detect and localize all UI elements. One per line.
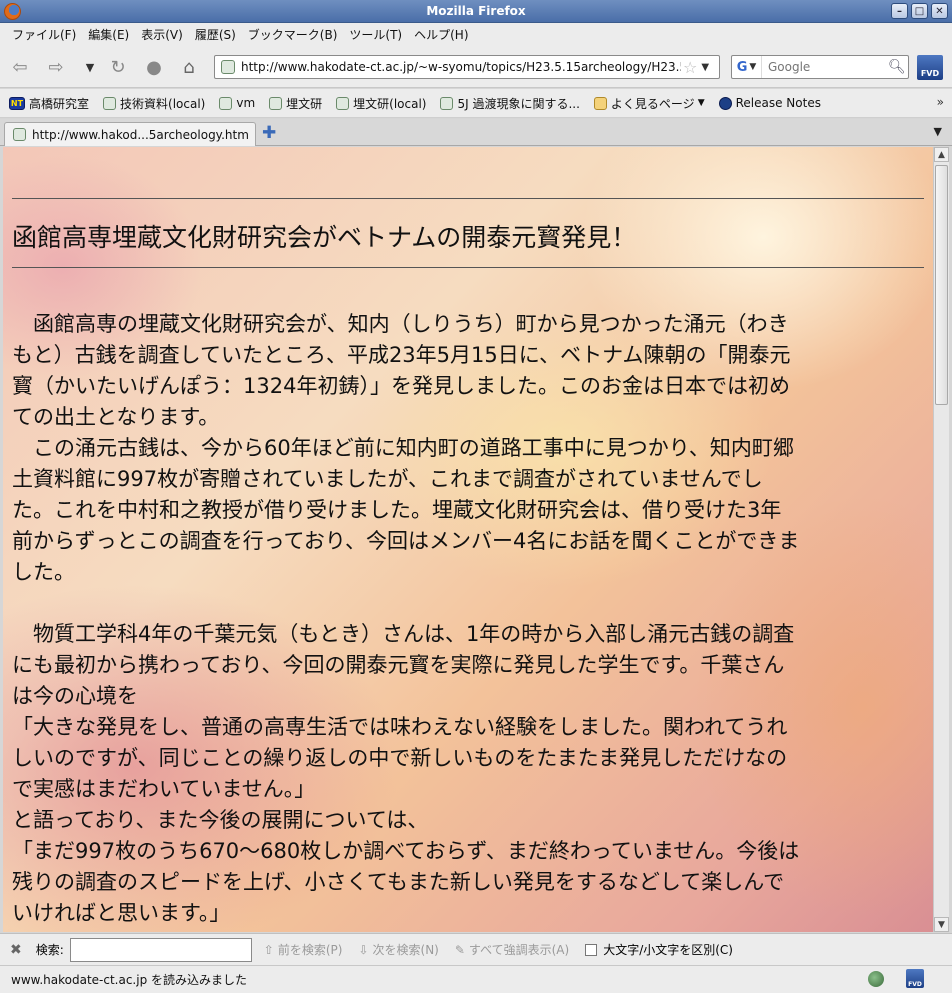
bookmarks-overflow-button[interactable]: » bbox=[937, 95, 944, 109]
scroll-down-icon[interactable]: ▼ bbox=[934, 917, 949, 932]
bookmark-item[interactable]: 技術資料(local) bbox=[103, 95, 205, 112]
bookmarks-toolbar: NT 高橋研究室 技術資料(local) vm 埋文研 埋文研(local) 5… bbox=[0, 89, 952, 118]
folder-icon bbox=[593, 96, 607, 110]
highlight-all-label: すべて強調表示(A) bbox=[468, 943, 570, 957]
find-label: 検索: bbox=[35, 943, 64, 957]
menu-view[interactable]: 表示(V) bbox=[135, 26, 189, 43]
highlight-all-button[interactable]: ✎ すべて強調表示(A) bbox=[455, 941, 569, 958]
divider bbox=[12, 198, 924, 199]
page-icon bbox=[103, 96, 117, 110]
bookmark-folder[interactable]: よく見るページ ▼ bbox=[593, 95, 705, 112]
match-case-label: 大文字/小文字を区別(C) bbox=[603, 943, 733, 957]
page-icon bbox=[269, 96, 283, 110]
search-icon[interactable]: 🔍︎ bbox=[888, 59, 906, 75]
bookmark-item[interactable]: NT 高橋研究室 bbox=[9, 95, 89, 112]
tab-label: http://www.hakod...5archeology.htm bbox=[32, 127, 249, 142]
bookmark-label: 高橋研究室 bbox=[29, 96, 90, 111]
site-favicon-icon bbox=[221, 60, 235, 74]
url-dropdown-icon[interactable]: ▼ bbox=[701, 62, 709, 73]
fvd-status-label: FVD bbox=[908, 981, 922, 988]
page-title: 函館高専埋蔵文化財研究会がベトナムの開泰元寳発見！ bbox=[12, 223, 637, 252]
new-tab-icon[interactable]: ✚ bbox=[262, 123, 276, 143]
tab-active[interactable]: http://www.hakod...5archeology.htm bbox=[4, 122, 256, 146]
bookmark-item[interactable]: 5J 過渡現象に関する... bbox=[440, 95, 580, 112]
match-case-checkbox[interactable] bbox=[585, 943, 598, 956]
menu-tools[interactable]: ツール(T) bbox=[343, 26, 408, 43]
page-icon bbox=[13, 128, 26, 141]
vertical-scrollbar[interactable]: ▲ ▼ bbox=[933, 147, 949, 932]
chevron-down-icon: ▼ bbox=[697, 98, 705, 108]
find-input[interactable] bbox=[69, 937, 252, 962]
bookmark-item[interactable]: 埋文研(local) bbox=[336, 95, 426, 112]
fvd-label: FVD bbox=[920, 69, 940, 78]
url-bar[interactable]: ☆ ▼ bbox=[214, 55, 720, 79]
reload-icon[interactable]: ↻ bbox=[106, 56, 130, 78]
divider bbox=[12, 267, 924, 268]
close-findbar-icon[interactable]: ✖ bbox=[10, 942, 22, 958]
bookmark-label: 埋文研 bbox=[286, 96, 323, 111]
close-window-button[interactable]: ✕ bbox=[931, 3, 948, 19]
menu-file[interactable]: ファイル(F) bbox=[6, 26, 82, 43]
scrollbar-thumb[interactable] bbox=[935, 165, 948, 405]
bookmark-label: 技術資料(local) bbox=[120, 96, 206, 111]
menu-edit[interactable]: 編集(E) bbox=[82, 26, 135, 43]
url-input[interactable] bbox=[241, 60, 681, 74]
firefox-icon bbox=[718, 96, 732, 110]
bookmark-label: 5J 過渡現象に関する... bbox=[457, 96, 580, 111]
page-icon bbox=[440, 96, 454, 110]
navigation-toolbar: ⇦ ⇨ ▼ ↻ ● ⌂ ☆ ▼ G ▼ 🔍︎ FVD bbox=[0, 46, 952, 88]
status-bar: www.hakodate-ct.ac.jp を読み込みました FVD bbox=[0, 965, 952, 993]
maximize-button[interactable]: □ bbox=[911, 3, 928, 19]
bookmark-item[interactable]: vm bbox=[219, 96, 255, 110]
tab-list-chevron-down-icon[interactable]: ▼ bbox=[934, 125, 942, 138]
window-controls: – □ ✕ bbox=[891, 3, 948, 19]
page-icon bbox=[336, 96, 350, 110]
page-icon bbox=[219, 96, 233, 110]
find-previous-label: 前を検索(P) bbox=[277, 943, 343, 957]
fvd-downloader-button[interactable]: FVD bbox=[917, 55, 943, 80]
menu-bookmarks[interactable]: ブックマーク(B) bbox=[242, 26, 344, 43]
web-content: 函館高専埋蔵文化財研究会がベトナムの開泰元寳発見！ 函館高専の埋蔵文化財研究会が… bbox=[3, 147, 933, 932]
firefox-logo-icon bbox=[4, 3, 21, 20]
arrow-down-icon: ⇩ bbox=[358, 942, 369, 957]
window-title: Mozilla Firefox bbox=[426, 4, 526, 18]
bookmark-star-icon[interactable]: ☆ bbox=[683, 58, 697, 77]
highlighter-icon: ✎ bbox=[454, 942, 465, 957]
menu-help[interactable]: ヘルプ(H) bbox=[408, 26, 474, 43]
home-icon[interactable]: ⌂ bbox=[177, 56, 201, 78]
bookmark-item[interactable]: 埋文研 bbox=[269, 95, 322, 112]
find-next-button[interactable]: ⇩ 次を検索(N) bbox=[358, 941, 438, 958]
status-text: www.hakodate-ct.ac.jp を読み込みました bbox=[11, 973, 248, 987]
article-paragraph: 物質工学科4年の千葉元気（もとき）さんは、1年の時から入部し涌元古銭の調査にも最… bbox=[12, 622, 800, 925]
back-icon[interactable]: ⇦ bbox=[8, 56, 32, 78]
history-dropdown-icon[interactable]: ▼ bbox=[78, 56, 102, 78]
bookmark-label: Release Notes bbox=[735, 96, 821, 110]
find-next-label: 次を検索(N) bbox=[372, 943, 439, 957]
search-bar[interactable]: G ▼ 🔍︎ bbox=[731, 55, 909, 79]
bookmark-label: 埋文研(local) bbox=[353, 96, 427, 111]
find-previous-button[interactable]: ⇧ 前を検索(P) bbox=[264, 941, 343, 958]
bookmark-label: vm bbox=[236, 96, 256, 110]
window-titlebar: Mozilla Firefox – □ ✕ bbox=[0, 0, 952, 23]
menu-bar: ファイル(F) 編集(E) 表示(V) 履歴(S) ブックマーク(B) ツール(… bbox=[0, 23, 952, 46]
bookmark-label: よく見るページ bbox=[610, 96, 695, 111]
search-input[interactable] bbox=[768, 60, 884, 74]
article-paragraph: 函館高専の埋蔵文化財研究会が、知内（しりうち）町から見つかった涌元（わきもと）古… bbox=[12, 312, 800, 584]
search-engine-icon[interactable]: G ▼ bbox=[732, 56, 762, 78]
tab-strip: http://www.hakod...5archeology.htm ✚ ▼ bbox=[0, 119, 952, 146]
nt-icon: NT bbox=[9, 96, 25, 110]
fvd-status-icon[interactable]: FVD bbox=[906, 969, 924, 988]
arrow-up-icon: ⇧ bbox=[263, 942, 274, 957]
forward-icon[interactable]: ⇨ bbox=[44, 56, 68, 78]
menu-history[interactable]: 履歴(S) bbox=[189, 26, 242, 43]
bookmark-item[interactable]: Release Notes bbox=[718, 96, 821, 110]
stop-icon[interactable]: ● bbox=[142, 56, 166, 78]
find-bar: ✖ 検索: ⇧ 前を検索(P) ⇩ 次を検索(N) ✎ すべて強調表示(A) 大… bbox=[0, 933, 952, 965]
scroll-up-icon[interactable]: ▲ bbox=[934, 147, 949, 162]
search-engine-label: G bbox=[736, 59, 748, 75]
minimize-button[interactable]: – bbox=[891, 3, 908, 19]
addon-status-icon[interactable] bbox=[868, 971, 884, 987]
